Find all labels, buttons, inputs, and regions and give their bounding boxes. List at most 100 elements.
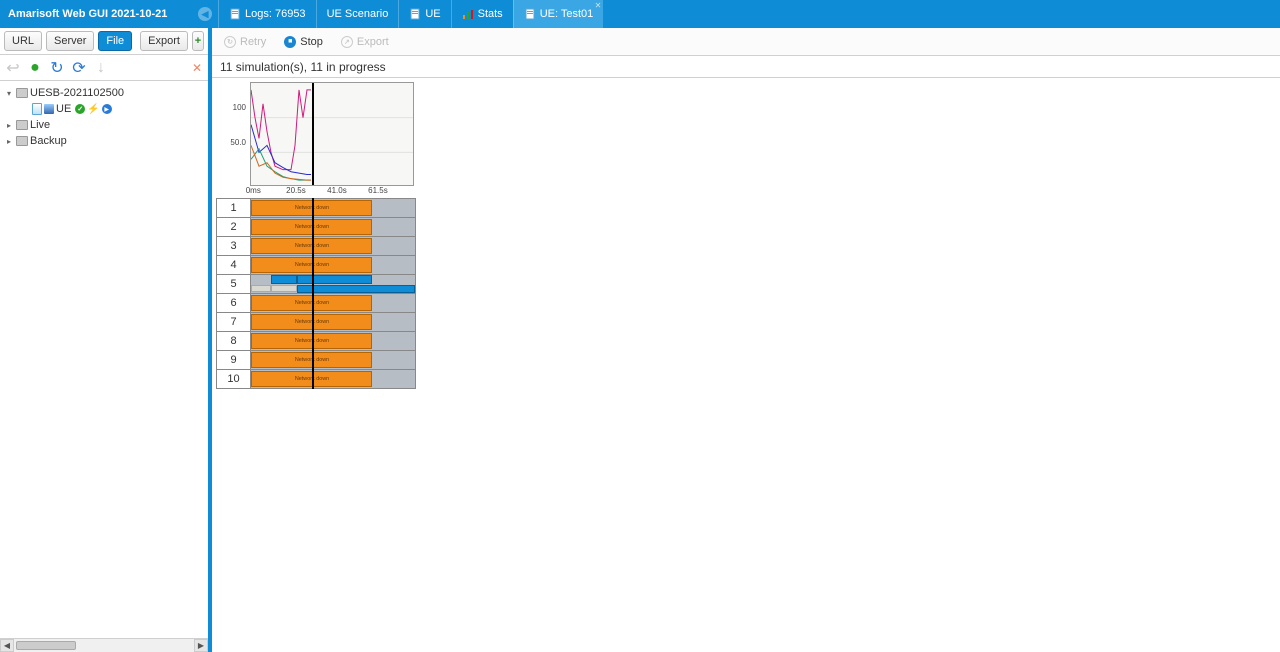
app-body: URL Server File Export + ↩ ● ↻ ⟳ ↓ ✕ ▾ U… xyxy=(0,28,1280,652)
row-timeline[interactable]: Network down xyxy=(251,256,416,275)
file-button[interactable]: File xyxy=(98,31,132,51)
row-index: 1 xyxy=(217,199,251,218)
row-cursor[interactable] xyxy=(312,217,314,237)
export-icon: ↗ xyxy=(341,36,353,48)
x-tick-label: 41.0s xyxy=(327,186,347,195)
row-timeline[interactable]: Network down xyxy=(251,294,416,313)
main-toolbar: ↻ Retry ■ Stop ↗ Export xyxy=(212,28,1280,56)
table-row[interactable]: 10Network down xyxy=(217,370,416,389)
export-button[interactable]: Export xyxy=(140,31,188,51)
row-cursor[interactable] xyxy=(312,236,314,256)
scroll-left-icon[interactable]: ◀ xyxy=(0,639,14,652)
row-index: 7 xyxy=(217,313,251,332)
row-cursor[interactable] xyxy=(312,312,314,332)
left-hscrollbar[interactable]: ◀ ▶ xyxy=(0,638,208,652)
simulation-area: 100 50.0 0ms20.5s41.0s61.5s 1Network dow… xyxy=(212,78,1280,652)
play-all-icon[interactable]: ● xyxy=(28,61,42,75)
close-left-icon[interactable]: ✕ xyxy=(192,61,202,75)
blue-segment xyxy=(271,275,297,284)
collapse-left-icon[interactable]: ◀ xyxy=(198,7,212,21)
row-cursor[interactable] xyxy=(312,350,314,370)
scroll-right-icon[interactable]: ▶ xyxy=(194,639,208,652)
refresh-icon[interactable]: ↻ xyxy=(50,61,64,75)
tab-ue[interactable]: UE xyxy=(398,0,450,28)
tab-label: UE Scenario xyxy=(327,8,389,20)
row-index: 8 xyxy=(217,332,251,351)
row-cursor[interactable] xyxy=(312,198,314,218)
app-title-pane: Amarisoft Web GUI 2021-10-21 ◀ xyxy=(0,0,218,28)
close-icon[interactable]: ✕ xyxy=(595,1,602,10)
row-index: 2 xyxy=(217,218,251,237)
row-cursor[interactable] xyxy=(312,369,314,389)
down-icon[interactable]: ↓ xyxy=(94,61,108,75)
row-index: 3 xyxy=(217,237,251,256)
chart-y-axis: 100 50.0 xyxy=(216,82,250,186)
table-row[interactable]: 2Network down xyxy=(217,218,416,237)
server-icon xyxy=(44,104,54,114)
table-row[interactable]: 1Network down xyxy=(217,199,416,218)
chart-lines xyxy=(251,83,414,186)
time-cursor[interactable] xyxy=(312,83,314,185)
grey-segment xyxy=(271,285,297,292)
tab-label: Stats xyxy=(478,8,503,20)
file-icon xyxy=(229,8,241,20)
tab-label: Logs: 76953 xyxy=(245,8,306,20)
expand-arrow-icon[interactable]: ▾ xyxy=(4,89,14,98)
table-row[interactable]: 5 xyxy=(217,275,416,294)
tab-strip: Amarisoft Web GUI 2021-10-21 ◀ Logs: 769… xyxy=(0,0,1280,28)
table-row[interactable]: 3Network down xyxy=(217,237,416,256)
add-button[interactable]: + xyxy=(192,31,204,51)
table-row[interactable]: 7Network down xyxy=(217,313,416,332)
table-row[interactable]: 4Network down xyxy=(217,256,416,275)
row-cursor[interactable] xyxy=(312,331,314,351)
stop-button[interactable]: ■ Stop xyxy=(278,32,329,52)
row-timeline[interactable] xyxy=(251,275,416,294)
folder-icon xyxy=(16,88,28,98)
table-row[interactable]: 9Network down xyxy=(217,351,416,370)
tab-ue-test01[interactable]: UE: Test01✕ xyxy=(513,0,604,28)
stats-icon xyxy=(462,8,474,20)
status-ok-icon: ✓ xyxy=(75,104,85,114)
row-index: 6 xyxy=(217,294,251,313)
stop-icon: ■ xyxy=(284,36,296,48)
tab-logs-76953[interactable]: Logs: 76953 xyxy=(218,0,316,28)
tree-node-ue[interactable]: UE ✓ ⚡ ▶ xyxy=(0,101,208,117)
tab-ue-scenario[interactable]: UE Scenario xyxy=(316,0,399,28)
row-timeline[interactable]: Network down xyxy=(251,218,416,237)
tab-stats[interactable]: Stats xyxy=(451,0,513,28)
row-timeline[interactable]: Network down xyxy=(251,237,416,256)
scroll-thumb[interactable] xyxy=(16,641,76,650)
left-pane: URL Server File Export + ↩ ● ↻ ⟳ ↓ ✕ ▾ U… xyxy=(0,28,212,652)
tree-node-backup[interactable]: ▸ Backup xyxy=(0,133,208,149)
x-tick-label: 20.5s xyxy=(286,186,306,195)
url-button[interactable]: URL xyxy=(4,31,42,51)
tree-root-label: UESB-2021102500 xyxy=(30,87,124,99)
file-tree: ▾ UESB-2021102500 UE ✓ ⚡ ▶ ▸ Live ▸ Back… xyxy=(0,81,208,638)
row-timeline[interactable]: Network down xyxy=(251,370,416,389)
expand-arrow-icon[interactable]: ▸ xyxy=(4,121,14,130)
row-timeline[interactable]: Network down xyxy=(251,332,416,351)
left-sub-toolbar: URL Server File Export + xyxy=(0,28,208,55)
expand-arrow-icon[interactable]: ▸ xyxy=(4,137,14,146)
play-icon[interactable]: ▶ xyxy=(102,104,112,114)
row-cursor[interactable] xyxy=(312,293,314,313)
table-row[interactable]: 8Network down xyxy=(217,332,416,351)
app-title: Amarisoft Web GUI 2021-10-21 xyxy=(8,8,167,20)
tree-node-live[interactable]: ▸ Live xyxy=(0,117,208,133)
blue-segment xyxy=(297,285,415,293)
sync-icon[interactable]: ⟳ xyxy=(72,61,86,75)
retry-icon: ↻ xyxy=(224,36,236,48)
table-row[interactable]: 6Network down xyxy=(217,294,416,313)
tree-root-node[interactable]: ▾ UESB-2021102500 xyxy=(0,85,208,101)
main-pane: ↻ Retry ■ Stop ↗ Export 11 simulation(s)… xyxy=(212,28,1280,652)
row-cursor[interactable] xyxy=(312,255,314,275)
row-timeline[interactable]: Network down xyxy=(251,351,416,370)
row-cursor[interactable] xyxy=(312,274,314,294)
x-tick-label: 61.5s xyxy=(368,186,388,195)
row-index: 5 xyxy=(217,275,251,294)
server-button[interactable]: Server xyxy=(46,31,94,51)
row-timeline[interactable]: Network down xyxy=(251,199,416,218)
row-timeline[interactable]: Network down xyxy=(251,313,416,332)
back-icon[interactable]: ↩ xyxy=(6,61,20,75)
chart-plot[interactable] xyxy=(250,82,414,186)
